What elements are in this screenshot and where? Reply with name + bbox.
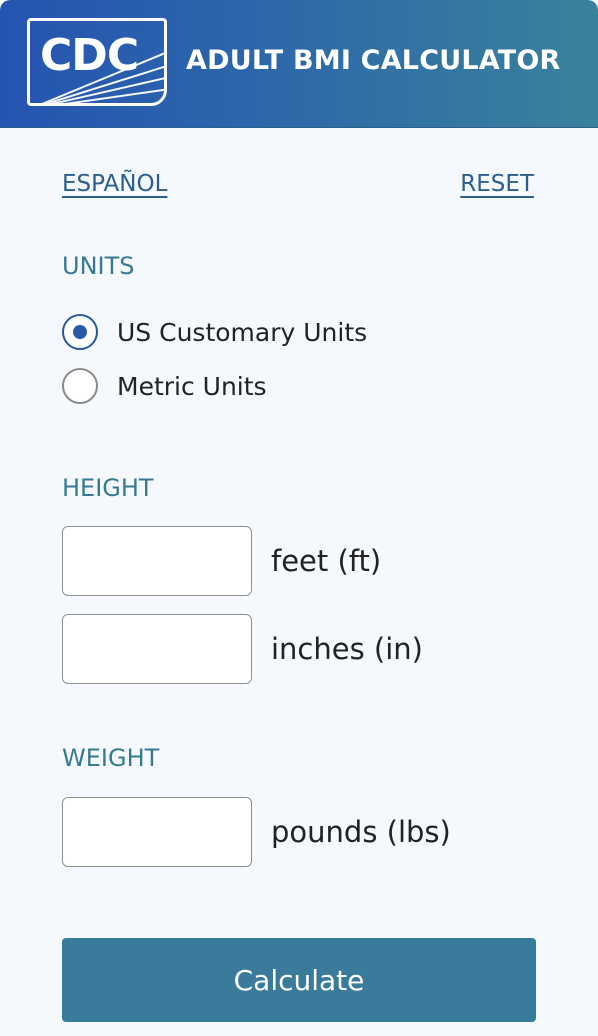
feet-unit-label: feet (ft) [271, 544, 382, 578]
pounds-input[interactable] [62, 797, 252, 867]
height-heading: HEIGHT [62, 474, 154, 502]
inches-input[interactable] [62, 614, 252, 684]
reset-link[interactable]: RESET [460, 171, 534, 197]
cdc-logo-text: CDC [40, 30, 139, 81]
units-heading: UNITS [62, 252, 135, 280]
metric-label: Metric Units [117, 371, 267, 401]
metric-radio[interactable] [62, 368, 98, 404]
espanol-link[interactable]: ESPAÑOL [62, 171, 167, 197]
us-customary-units-option[interactable]: US Customary Units [62, 314, 367, 350]
feet-row: feet (ft) [62, 526, 381, 596]
pounds-unit-label: pounds (lbs) [271, 815, 451, 849]
us-customary-radio[interactable] [62, 314, 98, 350]
calculate-button[interactable]: Calculate [62, 938, 536, 1022]
weight-heading: WEIGHT [62, 744, 160, 772]
inches-unit-label: inches (in) [271, 632, 423, 666]
pounds-row: pounds (lbs) [62, 797, 451, 867]
inches-row: inches (in) [62, 614, 423, 684]
metric-units-option[interactable]: Metric Units [62, 368, 267, 404]
bmi-calculator-widget: CDC ADULT BMI CALCULATOR ESPAÑOL RESET U… [0, 0, 598, 1036]
us-customary-label: US Customary Units [117, 317, 368, 347]
feet-input[interactable] [62, 526, 252, 596]
page-title: ADULT BMI CALCULATOR [186, 45, 561, 76]
header-bar: CDC ADULT BMI CALCULATOR [0, 0, 598, 128]
cdc-logo: CDC [27, 18, 167, 106]
